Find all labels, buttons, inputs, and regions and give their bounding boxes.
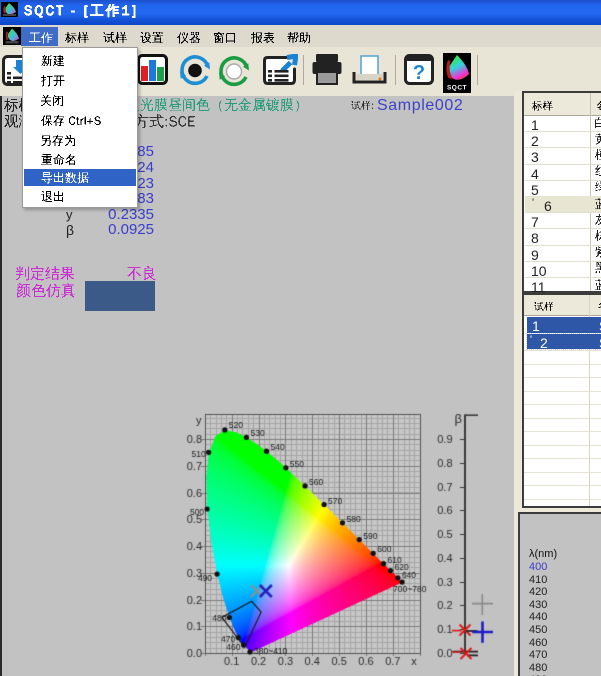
svg-text:SQCT: SQCT <box>447 85 467 92</box>
svg-text:?: ? <box>413 62 425 84</box>
